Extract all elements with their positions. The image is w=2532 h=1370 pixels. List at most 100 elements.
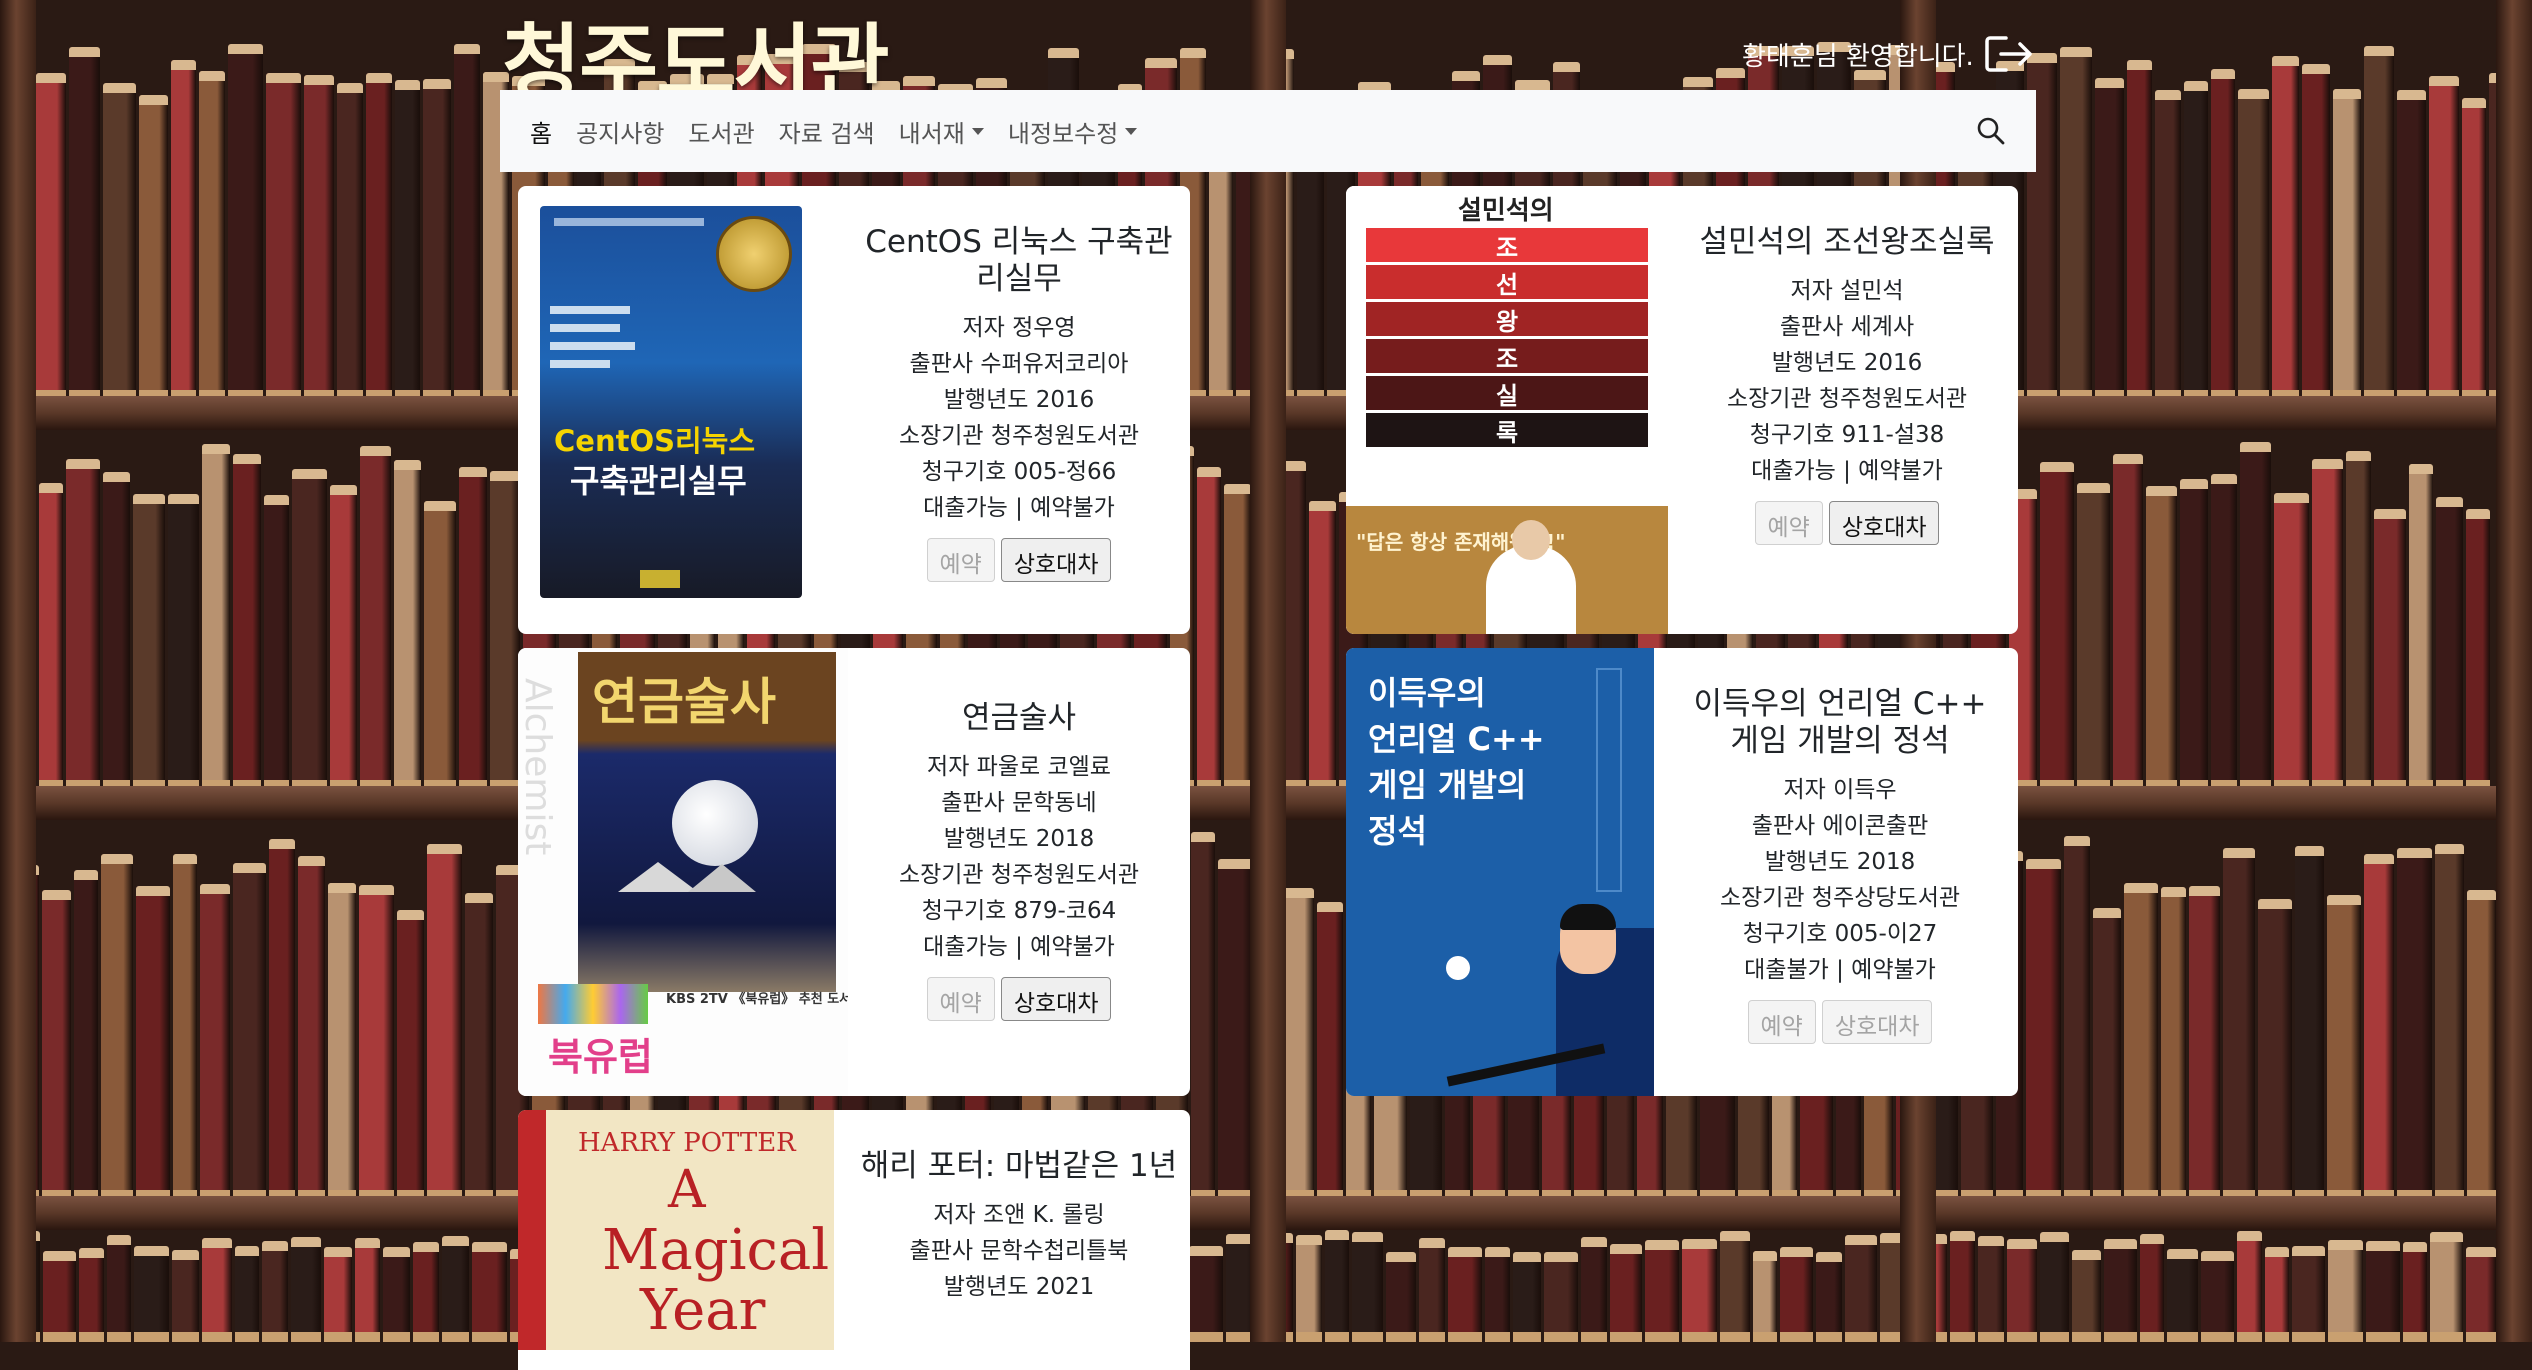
search-icon[interactable] xyxy=(1976,116,2006,150)
nav-home[interactable]: 홈 xyxy=(530,114,552,149)
decorative-book-spine xyxy=(2072,1250,2101,1342)
decorative-book-spine xyxy=(39,482,63,790)
decorative-book-spine xyxy=(2124,882,2158,1200)
decorative-book-spine xyxy=(397,909,424,1200)
decorative-book-spine xyxy=(2040,461,2074,790)
decorative-book-spine xyxy=(266,73,301,400)
decorative-book-spine xyxy=(2189,886,2220,1200)
book-title[interactable]: 설민석의 조선왕조실록 xyxy=(1697,224,1997,261)
book-cover[interactable]: Alchemist 연금술사 북유럽 KBS 2TV 《북유럽》 추천 도서 xyxy=(518,648,848,1096)
decorative-book-spine xyxy=(1197,466,1221,790)
decorative-book-spine xyxy=(1816,1251,1842,1342)
decorative-book-spine xyxy=(442,1236,469,1342)
reserve-button[interactable]: 예약 xyxy=(926,977,995,1021)
decorative-book-spine xyxy=(366,73,392,400)
book-year: 발행년도 2016 xyxy=(1771,350,1923,376)
decorative-book-spine xyxy=(2240,441,2271,790)
decorative-book-spine xyxy=(2237,1231,2262,1342)
decorative-book-spine xyxy=(2064,835,2090,1200)
decorative-book-spine xyxy=(233,453,261,790)
book-cover[interactable]: HARRY POTTER A Magical Year xyxy=(518,1110,834,1370)
decorative-book-spine xyxy=(2272,55,2299,400)
book-author: 저자 정우영 xyxy=(962,315,1076,341)
book-title[interactable]: 해리 포터: 마법같은 1년 xyxy=(859,1148,1179,1185)
interlibrary-loan-button[interactable]: 상호대차 xyxy=(1828,501,1940,545)
decorative-book-spine xyxy=(133,493,165,790)
cover-text: 선 xyxy=(1366,265,1648,299)
book-year: 발행년도 2016 xyxy=(943,387,1095,413)
decorative-book-spine xyxy=(235,1245,259,1342)
decorative-book-spine xyxy=(454,44,480,400)
book-cover[interactable]: 설민석의 조 선 왕 조 실 록 "답은 항상 존재해왔다!" xyxy=(1346,186,1668,634)
bookshelf-background xyxy=(0,0,2532,1342)
decorative-book-spine xyxy=(394,460,421,790)
book-info: 설민석의 조선왕조실록 저자 설민석 출판사 세계사 발행년도 2016 소장기… xyxy=(1676,186,2018,634)
interlibrary-loan-button[interactable]: 상호대차 xyxy=(1821,1000,1933,1044)
decorative-book-spine xyxy=(2333,89,2361,400)
decorative-book-spine xyxy=(134,1245,169,1342)
decorative-book-spine xyxy=(2040,1232,2069,1342)
book-status: 대출불가 | 예약불가 xyxy=(1744,957,1936,983)
book-title[interactable]: 연금술사 xyxy=(962,700,1076,737)
decorative-book-spine xyxy=(2430,1232,2463,1342)
cover-text: KBS 2TV 《북유럽》 추천 도서 xyxy=(666,992,848,1007)
decorative-book-spine xyxy=(199,70,225,400)
book-title[interactable]: 이득우의 언리얼 C++ 게임 개발의 정석 xyxy=(1680,686,2000,760)
reserve-button[interactable]: 예약 xyxy=(926,538,995,582)
book-cover[interactable]: CentOS리눅스 구축관리실무 xyxy=(518,186,828,634)
cover-text: 이득우의 xyxy=(1368,674,1486,712)
book-info: 연금술사 저자 파울로 코엘료 출판사 문학동네 발행년도 2018 소장기관 … xyxy=(848,648,1190,1096)
decorative-book-spine xyxy=(69,47,100,400)
chevron-down-icon xyxy=(971,127,984,135)
decorative-book-spine xyxy=(1753,1251,1777,1342)
book-cover[interactable]: 이득우의 언리얼 C++ 게임 개발의 정석 xyxy=(1346,648,1654,1096)
logout-icon[interactable] xyxy=(1984,34,2034,74)
decorative-book-spine xyxy=(2140,1234,2164,1342)
cover-text: Magical xyxy=(602,1218,830,1283)
reserve-button[interactable]: 예약 xyxy=(1747,1000,1816,1044)
decorative-book-spine xyxy=(337,83,363,400)
nav-notices[interactable]: 공지사항 xyxy=(576,114,664,149)
cover-text: A xyxy=(668,1160,706,1220)
decorative-book-spine xyxy=(2374,509,2406,790)
decorative-book-spine xyxy=(1645,1240,1679,1342)
decorative-book-spine xyxy=(107,1234,131,1342)
nav-my-library-label: 내서재 xyxy=(898,119,965,148)
decorative-book-spine xyxy=(171,59,196,400)
book-status: 대출가능 | 예약불가 xyxy=(923,495,1115,521)
nav-search[interactable]: 자료 검색 xyxy=(779,114,875,149)
decorative-book-spine xyxy=(2077,483,2110,790)
book-publisher: 출판사 에이콘출판 xyxy=(1751,813,1929,839)
book-publisher: 출판사 세계사 xyxy=(1779,314,1915,340)
decorative-book-spine xyxy=(2435,844,2464,1200)
nav-my-library-dropdown[interactable]: 내서재 xyxy=(899,114,984,149)
reserve-button[interactable]: 예약 xyxy=(1754,501,1823,545)
decorative-book-spine xyxy=(228,43,263,400)
nav-library[interactable]: 도서관 xyxy=(688,114,754,149)
decorative-book-spine xyxy=(1845,1235,1877,1342)
decorative-book-spine xyxy=(2161,886,2186,1200)
cover-text: 설민석의 xyxy=(1458,196,1554,226)
interlibrary-loan-button[interactable]: 상호대차 xyxy=(1000,977,1112,1021)
book-author: 저자 조앤 K. 롤링 xyxy=(933,1202,1105,1228)
decorative-book-spine xyxy=(2466,1246,2496,1342)
nav-edit-profile-dropdown[interactable]: 내정보수정 xyxy=(1008,114,1138,149)
book-title[interactable]: CentOS 리눅스 구축관리실무 xyxy=(859,224,1179,298)
book-call-number: 청구기호 005-정66 xyxy=(921,459,1117,485)
decorative-book-spine xyxy=(103,472,130,790)
decorative-book-spine xyxy=(1218,859,1253,1200)
decorative-book-spine xyxy=(43,1251,76,1342)
book-year: 발행년도 2018 xyxy=(943,826,1095,852)
decorative-book-spine xyxy=(2155,89,2181,400)
decorative-book-spine xyxy=(2364,853,2394,1200)
decorative-book-spine xyxy=(292,468,327,790)
interlibrary-loan-button[interactable]: 상호대차 xyxy=(1000,538,1112,582)
decorative-book-spine xyxy=(1296,1235,1322,1342)
decorative-book-spine xyxy=(2167,1248,2198,1342)
decorative-book-spine xyxy=(2429,75,2459,400)
decorative-book-spine xyxy=(1780,1246,1813,1342)
book-library: 소장기관 청주상당도서관 xyxy=(1719,885,1961,911)
decorative-book-spine xyxy=(1720,1231,1750,1342)
book-library: 소장기관 청주청원도서관 xyxy=(1726,386,1968,412)
decorative-book-spine xyxy=(2258,899,2292,1200)
